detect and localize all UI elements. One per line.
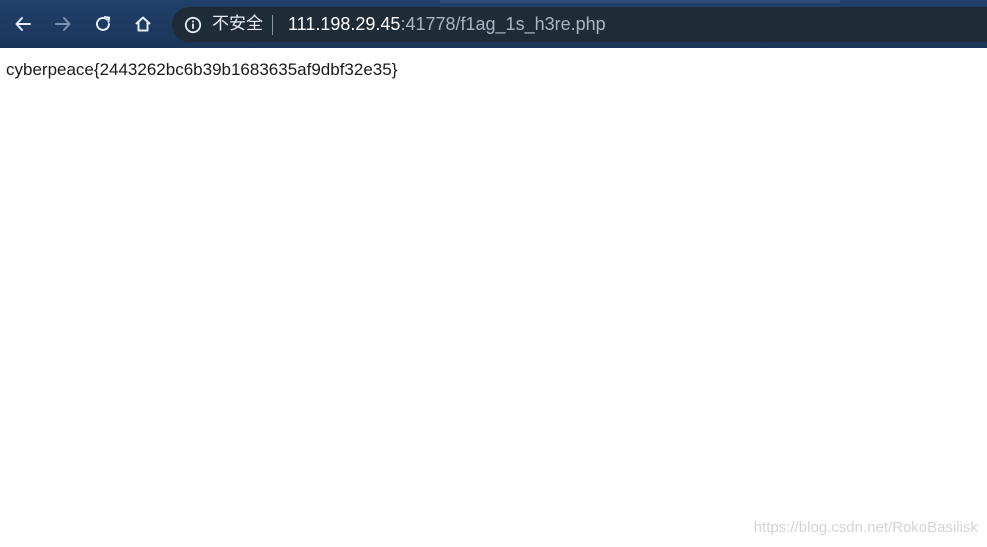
back-button[interactable] — [8, 9, 38, 39]
reload-button[interactable] — [88, 9, 118, 39]
address-bar[interactable]: 不安全 111.198.29.45:41778/f1ag_1s_h3re.php — [172, 7, 987, 42]
reload-icon — [96, 16, 111, 31]
url-text[interactable]: 111.198.29.45:41778/f1ag_1s_h3re.php — [288, 13, 606, 35]
home-button[interactable] — [128, 9, 158, 39]
page-body-text: cyberpeace{2443262bc6b39b1683635af9dbf32… — [6, 60, 398, 79]
watermark: https://blog.csdn.net/RokoBasilisk — [753, 519, 978, 536]
security-indicator-label[interactable]: 不安全 — [212, 14, 263, 34]
tab-strip-edge — [440, 0, 840, 3]
browser-toolbar: 不安全 111.198.29.45:41778/f1ag_1s_h3re.php — [0, 0, 987, 48]
home-icon — [135, 16, 151, 32]
url-host: 111.198.29.45 — [288, 14, 401, 34]
url-path: :41778/f1ag_1s_h3re.php — [400, 14, 606, 34]
info-icon[interactable] — [184, 16, 202, 34]
back-arrow-icon — [15, 17, 31, 31]
forward-arrow-icon — [55, 17, 71, 31]
forward-button[interactable] — [48, 9, 78, 39]
omnibox-separator — [272, 15, 273, 35]
